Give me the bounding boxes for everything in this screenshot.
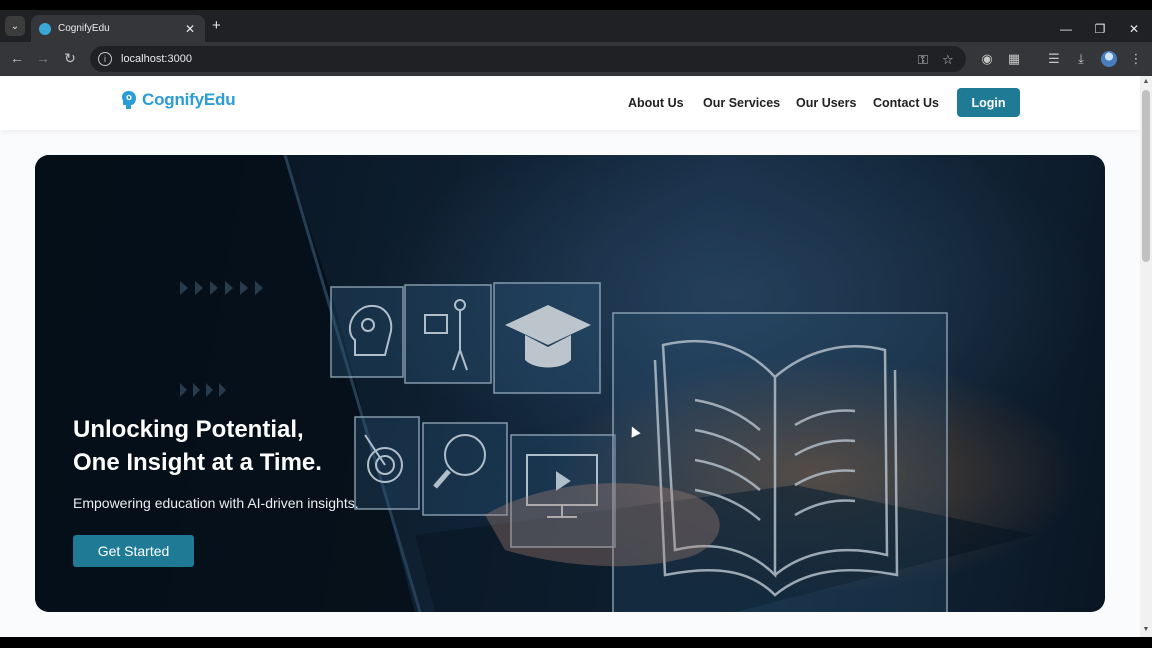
tab-title: CognifyEdu [58, 23, 110, 34]
brain-logo-icon [122, 91, 136, 109]
window-top-edge [0, 0, 1152, 10]
close-window-icon[interactable]: ✕ [1126, 22, 1142, 36]
nav-link-about[interactable]: About Us [628, 96, 684, 110]
media-queue-icon[interactable]: ☰ [1046, 51, 1062, 67]
browser-toolbar: ← → ↻ i localhost:3000 ⚿ ☆ ◉ ▦ ☰ ⤓ ⋮ [0, 42, 1152, 76]
scrollbar-thumb[interactable] [1142, 90, 1150, 262]
profile-avatar[interactable] [1101, 51, 1117, 67]
url-text[interactable]: localhost:3000 [121, 53, 192, 65]
address-bar[interactable]: i localhost:3000 ⚿ ☆ [90, 46, 966, 72]
hero-title-line-2: One Insight at a Time. [73, 449, 322, 476]
nav-link-services[interactable]: Our Services [703, 96, 780, 110]
tab-strip: ⌄ CognifyEdu ✕ + — ❐ ✕ [0, 10, 1152, 42]
nav-link-contact[interactable]: Contact Us [873, 96, 939, 110]
hero-title: Unlocking Potential, One Insight at a Ti… [73, 413, 322, 479]
page-viewport: CognifyEdu About Us Our Services Our Use… [0, 76, 1140, 637]
page-scrollbar[interactable]: ▲ ▼ [1140, 76, 1152, 637]
download-icon[interactable]: ⤓ [1073, 51, 1089, 67]
menu-kebab-icon[interactable]: ⋮ [1128, 51, 1144, 67]
restore-icon[interactable]: ❐ [1092, 22, 1108, 36]
camera-extension-icon[interactable]: ◉ [979, 51, 995, 67]
login-button[interactable]: Login [957, 88, 1020, 117]
hero-title-line-1: Unlocking Potential, [73, 416, 304, 443]
extensions-puzzle-icon[interactable]: ▦ [1006, 51, 1022, 67]
brand-logo[interactable]: CognifyEdu [120, 90, 236, 110]
nav-link-users[interactable]: Our Users [796, 96, 856, 110]
password-key-icon[interactable]: ⚿ [918, 52, 928, 68]
get-started-button[interactable]: Get Started [73, 535, 194, 567]
close-tab-icon[interactable]: ✕ [183, 22, 197, 36]
hero-background-illustration [35, 155, 1105, 612]
scroll-down-arrow-icon[interactable]: ▼ [1140, 626, 1152, 633]
hero-subtitle: Empowering education with AI-driven insi… [73, 495, 359, 511]
browser-tab[interactable]: CognifyEdu ✕ [31, 15, 205, 42]
reload-icon[interactable]: ↻ [61, 50, 79, 66]
site-info-icon[interactable]: i [98, 52, 112, 66]
back-arrow-icon[interactable]: ← [8, 50, 26, 66]
window-bottom-edge [0, 637, 1152, 648]
tab-search-chevron-icon[interactable]: ⌄ [5, 16, 25, 36]
scroll-up-arrow-icon[interactable]: ▲ [1140, 78, 1152, 85]
minimize-icon[interactable]: — [1058, 22, 1074, 36]
bookmark-star-icon[interactable]: ☆ [942, 52, 954, 68]
hero-banner: Unlocking Potential, One Insight at a Ti… [35, 155, 1105, 612]
forward-arrow-icon[interactable]: → [34, 50, 52, 66]
brand-name: CognifyEdu [142, 90, 236, 109]
site-header: CognifyEdu About Us Our Services Our Use… [0, 76, 1140, 130]
favicon-icon [39, 22, 51, 35]
new-tab-plus-icon[interactable]: + [212, 18, 221, 33]
